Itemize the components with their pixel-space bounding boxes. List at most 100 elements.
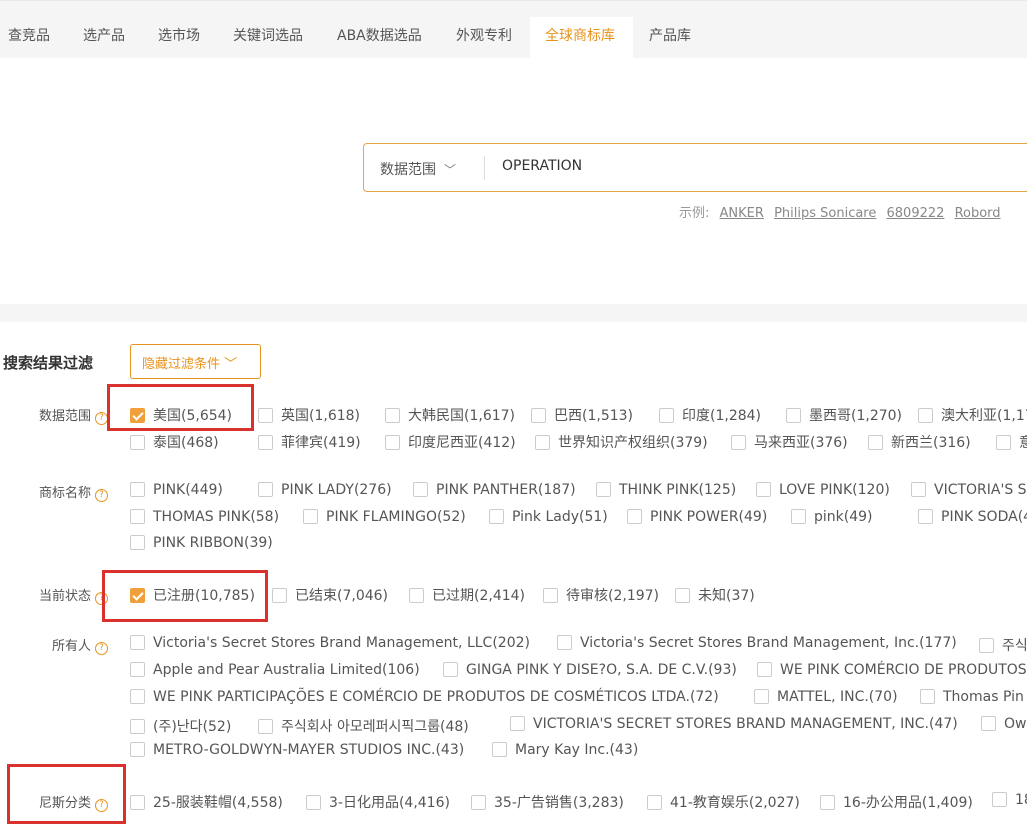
filter-option[interactable]: LOVE PINK(120) [756, 482, 890, 498]
filter-option[interactable]: PINK POWER(49) [627, 509, 767, 525]
filter-option[interactable]: 马来西亚(376) [731, 432, 848, 452]
filter-option[interactable]: Victoria's Secret Stores Brand Managemen… [130, 635, 530, 651]
checkbox[interactable] [627, 509, 642, 524]
filter-option[interactable]: 世界知识产权组织(379) [535, 432, 708, 452]
tab-competitor[interactable]: 查竞品 [8, 17, 50, 59]
checkbox[interactable] [981, 716, 996, 731]
checkbox[interactable] [731, 435, 746, 450]
filter-option[interactable]: PINK SODA(4 [918, 509, 1027, 525]
checkbox[interactable] [659, 408, 674, 423]
example-link[interactable]: ANKER [720, 206, 764, 221]
checkbox[interactable] [786, 408, 801, 423]
checkbox[interactable] [754, 689, 769, 704]
checkbox[interactable] [130, 689, 145, 704]
filter-option[interactable]: VICTORIA'S S [911, 482, 1027, 498]
tab-market-selection[interactable]: 选市场 [158, 17, 200, 59]
help-icon[interactable]: ? [95, 489, 108, 502]
checkbox[interactable] [130, 742, 145, 757]
checkbox[interactable] [130, 535, 145, 550]
checkbox[interactable] [920, 689, 935, 704]
filter-option[interactable]: THINK PINK(125) [596, 482, 736, 498]
checkbox[interactable] [258, 435, 273, 450]
checkbox[interactable] [130, 635, 145, 650]
tab-product-library[interactable]: 产品库 [649, 17, 691, 59]
filter-option[interactable]: 巴西(1,513) [531, 405, 633, 425]
filter-option[interactable]: PINK PANTHER(187) [413, 482, 576, 498]
filter-option[interactable]: pink(49) [791, 509, 873, 525]
checkbox[interactable] [258, 719, 273, 734]
checkbox[interactable] [510, 716, 525, 731]
tab-design-patent[interactable]: 外观专利 [456, 17, 512, 59]
checkbox[interactable] [820, 795, 835, 810]
checkbox[interactable] [791, 509, 806, 524]
tab-global-trademark[interactable]: 全球商标库 [530, 17, 633, 59]
checkbox[interactable] [911, 482, 926, 497]
scope-dropdown[interactable]: 数据范围 ﹀ [380, 159, 456, 179]
checkbox[interactable] [258, 482, 273, 497]
tab-product-selection[interactable]: 选产品 [83, 17, 125, 59]
checkbox[interactable] [756, 482, 771, 497]
checkbox[interactable] [596, 482, 611, 497]
checkbox[interactable] [535, 435, 550, 450]
checkbox[interactable] [306, 795, 321, 810]
filter-option[interactable]: 已过期(2,414) [409, 585, 525, 605]
filter-option[interactable]: 待审核(2,197) [543, 585, 659, 605]
checkbox[interactable] [258, 408, 273, 423]
filter-option[interactable]: Mary Kay Inc.(43) [492, 742, 638, 758]
filter-option[interactable]: 35-广告销售(3,283) [471, 792, 624, 812]
filter-option[interactable]: Thomas Pin [920, 689, 1024, 705]
filter-option[interactable]: 未知(37) [675, 585, 755, 605]
checkbox[interactable] [471, 795, 486, 810]
filter-option[interactable]: PINK(449) [130, 482, 223, 498]
checkbox[interactable] [543, 588, 558, 603]
filter-option[interactable]: MATTEL, INC.(70) [754, 689, 898, 705]
filter-option[interactable]: 英国(1,618) [258, 405, 360, 425]
checkbox[interactable] [918, 509, 933, 524]
checkbox[interactable] [492, 742, 507, 757]
hide-filters-button[interactable]: 隐藏过滤条件 ﹀ [130, 344, 261, 379]
filter-option[interactable]: METRO-GOLDWYN-MAYER STUDIOS INC.(43) [130, 742, 464, 758]
checkbox[interactable] [675, 588, 690, 603]
checkbox[interactable] [130, 509, 145, 524]
checkbox[interactable] [992, 792, 1007, 807]
search-input[interactable]: OPERATION [502, 158, 582, 174]
filter-option[interactable]: WE PINK COMÉRCIO DE PRODUTOS [757, 662, 1027, 678]
filter-option[interactable]: 泰国(468) [130, 432, 219, 452]
filter-option[interactable]: 已结束(7,046) [272, 585, 388, 605]
checkbox[interactable] [868, 435, 883, 450]
filter-option[interactable]: Ow [981, 716, 1026, 732]
filter-option[interactable]: 澳大利亚(1,17 [918, 405, 1027, 425]
checkbox[interactable] [130, 795, 145, 810]
filter-option[interactable]: Apple and Pear Australia Limited(106) [130, 662, 420, 678]
checkbox[interactable] [413, 482, 428, 497]
filter-option[interactable]: (주)난다(52) [130, 716, 231, 736]
filter-option[interactable]: 大韩民国(1,617) [385, 405, 515, 425]
checkbox[interactable] [918, 408, 933, 423]
filter-option[interactable]: GINGA PINK Y DISE?O, S.A. DE C.V.(93) [443, 662, 737, 678]
filter-option[interactable]: 新西兰(316) [868, 432, 971, 452]
filter-option[interactable]: WE PINK PARTICIPAÇÕES E COMÉRCIO DE PROD… [130, 689, 719, 705]
filter-option[interactable]: PINK FLAMINGO(52) [303, 509, 466, 525]
checkbox[interactable] [647, 795, 662, 810]
example-link[interactable]: 6809222 [887, 206, 945, 221]
filter-option[interactable]: PINK RIBBON(39) [130, 535, 273, 551]
tab-keyword-selection[interactable]: 关键词选品 [233, 17, 303, 59]
checkbox[interactable] [385, 408, 400, 423]
checkbox[interactable] [130, 482, 145, 497]
filter-option[interactable]: 印度尼西亚(412) [385, 432, 516, 452]
checkbox[interactable] [130, 719, 145, 734]
filter-option[interactable]: 18 [992, 792, 1027, 808]
filter-option[interactable]: Pink Lady(51) [489, 509, 608, 525]
filter-option[interactable]: 주식회사 아모레퍼시픽그룹(48) [258, 716, 469, 736]
checkbox[interactable] [443, 662, 458, 677]
filter-option[interactable]: Victoria's Secret Stores Brand Managemen… [557, 635, 957, 651]
checkbox[interactable] [303, 509, 318, 524]
filter-option[interactable]: 3-日化用品(4,416) [306, 792, 450, 812]
help-icon[interactable]: ? [95, 642, 108, 655]
tab-aba-selection[interactable]: ABA数据选品 [337, 17, 422, 59]
filter-option[interactable]: 41-教育娱乐(2,027) [647, 792, 800, 812]
filter-option[interactable]: 25-服装鞋帽(4,558) [130, 792, 283, 812]
filter-option[interactable]: PINK LADY(276) [258, 482, 392, 498]
example-link[interactable]: Robord [955, 206, 1001, 221]
checkbox[interactable] [385, 435, 400, 450]
